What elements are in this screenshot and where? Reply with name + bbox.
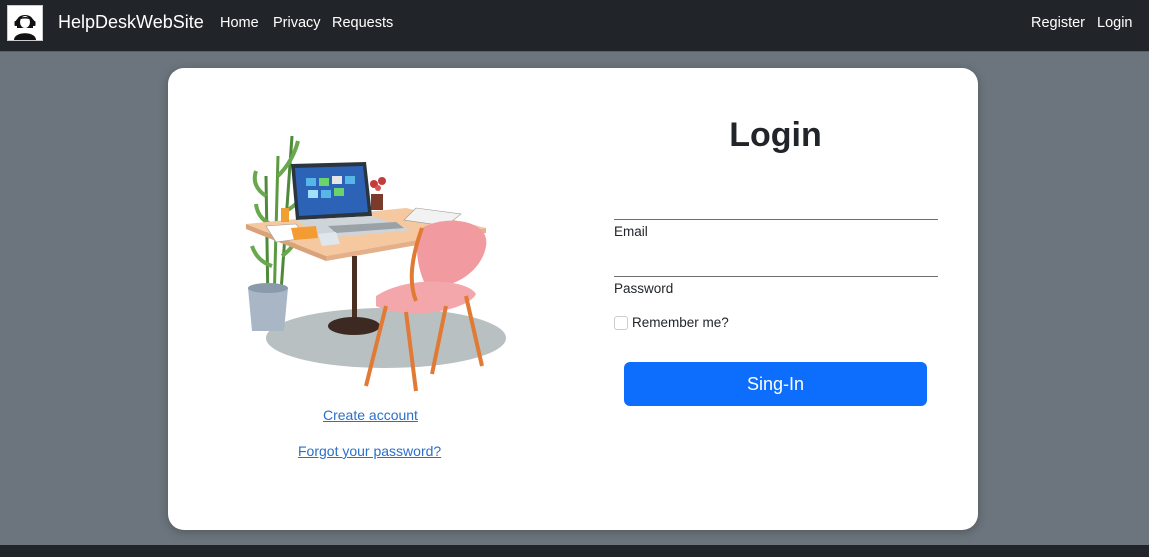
- password-field[interactable]: [614, 252, 938, 276]
- nav-home-link[interactable]: Home: [220, 15, 259, 31]
- email-field[interactable]: [614, 195, 938, 219]
- desk-laptop-chair-illustration: [236, 116, 506, 396]
- password-label: Password: [614, 281, 674, 296]
- nav-requests-link[interactable]: Requests: [332, 15, 393, 31]
- login-title: Login: [729, 116, 822, 154]
- remember-me-checkbox[interactable]: [614, 316, 628, 330]
- email-label: Email: [614, 224, 648, 239]
- nav-login-link[interactable]: Login: [1097, 15, 1132, 31]
- nav-register-link[interactable]: Register: [1031, 15, 1085, 31]
- login-card: Create account Forgot your password? Log…: [168, 68, 978, 530]
- sign-in-button[interactable]: Sing-In: [624, 362, 927, 406]
- remember-me-label[interactable]: Remember me?: [632, 315, 729, 330]
- create-account-link[interactable]: Create account: [323, 407, 418, 423]
- password-underline: [614, 276, 938, 277]
- top-navbar: HelpDeskWebSite Home Privacy Requests Re…: [0, 0, 1149, 52]
- email-underline: [614, 219, 938, 220]
- brand-name[interactable]: HelpDeskWebSite: [58, 12, 204, 33]
- footer-bar: [0, 545, 1149, 557]
- support-agent-logo-icon[interactable]: [7, 5, 43, 41]
- forgot-password-link[interactable]: Forgot your password?: [298, 443, 441, 459]
- nav-privacy-link[interactable]: Privacy: [273, 15, 321, 31]
